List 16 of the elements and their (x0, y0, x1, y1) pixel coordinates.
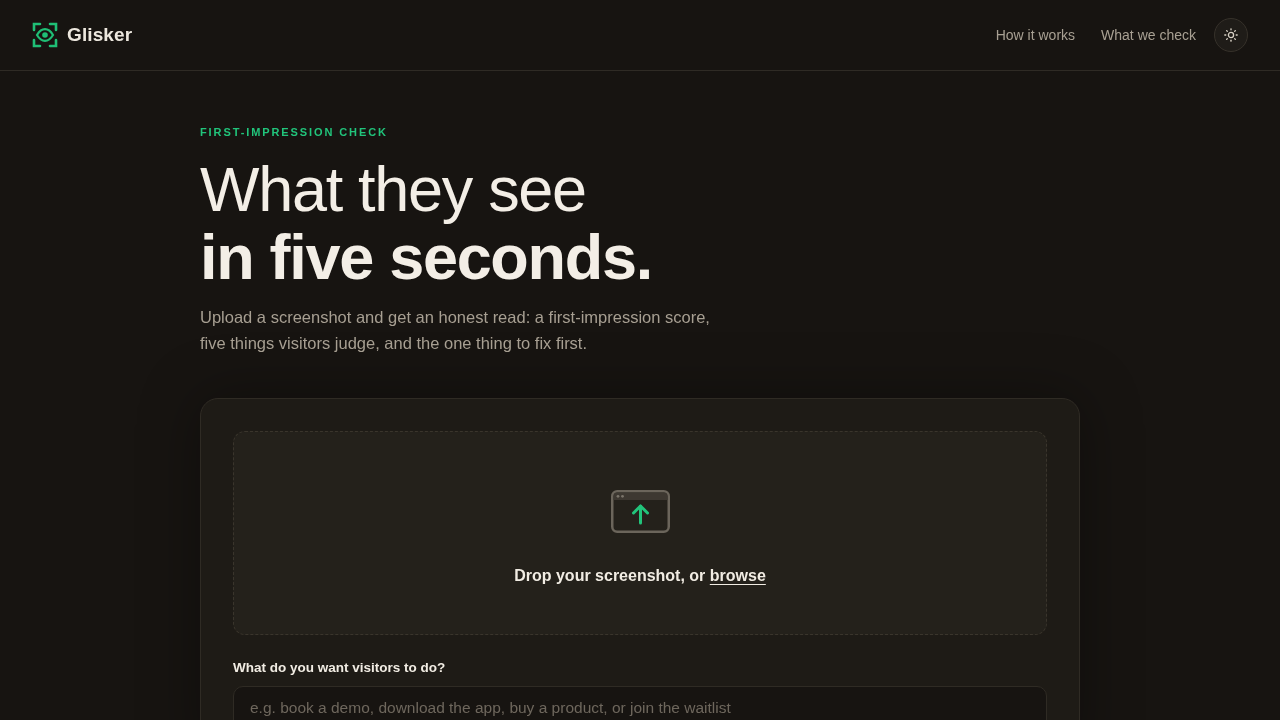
nav-link[interactable]: What we check (1101, 27, 1196, 43)
eyebrow-label: FIRST-IMPRESSION CHECK (200, 125, 389, 139)
theme-toggle-button[interactable] (1214, 18, 1248, 52)
drop-prompt: Drop your screenshot, or browse (514, 567, 766, 585)
drop-zone[interactable]: Drop your screenshot, or browse (233, 431, 1047, 635)
sun-icon (1224, 28, 1238, 42)
browse-link[interactable]: browse (709, 567, 766, 584)
headline: What they see (200, 155, 586, 223)
intro-paragraph: Upload a screenshot and get an honest read: a first-impression score, five things visitors judge, and the one thing to fix first. (200, 307, 711, 354)
logo-eye-icon (32, 22, 58, 48)
headline-emphasis: in five seconds. (200, 223, 652, 291)
nav-link[interactable]: How it works (995, 27, 1076, 43)
window-upload-icon (610, 490, 670, 533)
goal-field-label: What do you want visitors to do? (233, 660, 447, 675)
goal-input-field[interactable]: e.g. book a demo, download the app, buy a product, or join the waitlist (233, 686, 1047, 720)
brand-name: Glisker (67, 24, 133, 46)
